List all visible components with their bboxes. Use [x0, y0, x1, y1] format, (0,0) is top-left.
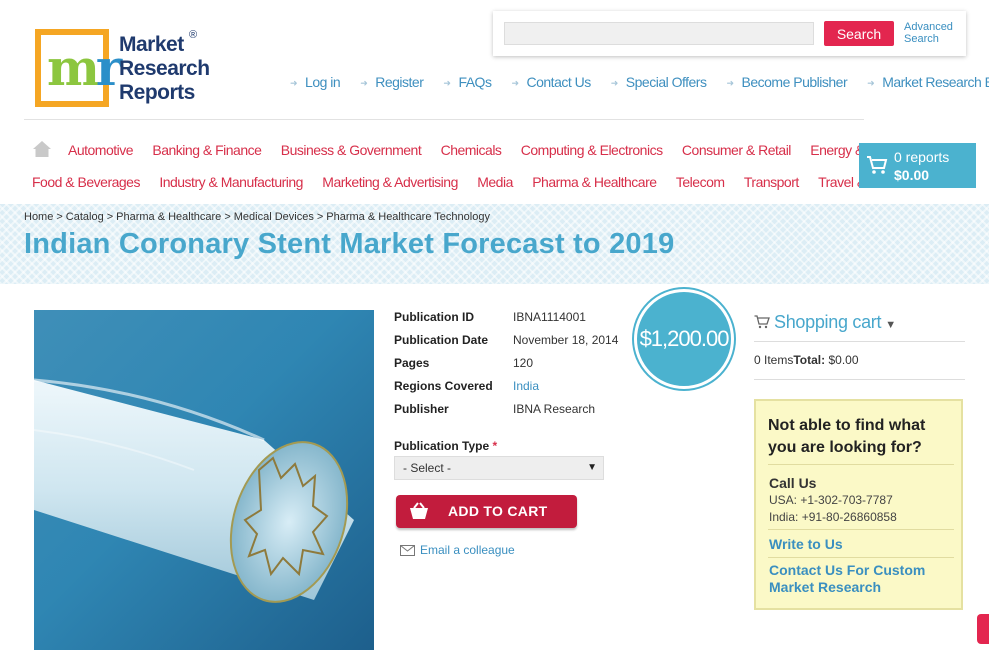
sidebar-divider — [754, 341, 965, 342]
nav-computing-electronics[interactable]: Computing & Electronics — [521, 142, 663, 158]
sidebar-divider — [754, 379, 965, 380]
email-colleague-link[interactable]: Email a colleague — [400, 543, 515, 557]
cart-icon — [754, 315, 770, 329]
nav-media[interactable]: Media — [477, 174, 513, 190]
nav-banking-finance[interactable]: Banking & Finance — [152, 142, 262, 158]
special-offers-link[interactable]: ➜ Special Offers — [611, 74, 707, 90]
logo-mark: mr — [35, 29, 122, 107]
nav-divider — [24, 119, 864, 120]
chevron-down-icon: ▼ — [885, 319, 896, 331]
publication-type-select[interactable]: - Select - ▼ — [394, 456, 604, 480]
site-logo[interactable]: mr Market Research Reports ® — [35, 29, 215, 109]
feedback-tab[interactable] — [977, 614, 989, 644]
breadcrumb-home[interactable]: Home — [24, 211, 53, 223]
cart-count: 0 reports — [894, 149, 950, 165]
breadcrumb-pharma[interactable]: Pharma & Healthcare — [116, 211, 221, 223]
page-title: Indian Coronary Stent Market Forecast to… — [24, 228, 675, 260]
shopping-cart-toggle[interactable]: Shopping cart ▼ — [754, 312, 896, 333]
registered-mark: ® — [189, 29, 198, 41]
breadcrumb: Home > Catalog > Pharma & Healthcare > Medical… — [24, 211, 490, 223]
phone-india: India: +91-80-26860858 — [769, 510, 897, 524]
contact-us-link[interactable]: ➜ Contact Us — [511, 74, 591, 90]
cart-icon — [867, 156, 888, 174]
faqs-link[interactable]: ➜ FAQs — [443, 74, 492, 90]
category-nav-row-2: Food & Beverages Industry & Manufacturin… — [32, 174, 928, 190]
breadcrumb-pharma-tech[interactable]: Pharma & Healthcare Technology — [326, 211, 490, 223]
breadcrumb-catalog[interactable]: Catalog — [66, 211, 104, 223]
product-image — [34, 310, 374, 650]
nav-transport[interactable]: Transport — [744, 174, 799, 190]
price-badge: $1,200.00 — [634, 289, 734, 389]
phone-usa: USA: +1-302-703-7787 — [769, 493, 893, 507]
breadcrumb-medical-devices[interactable]: Medical Devices — [234, 211, 314, 223]
pages-count: 120 — [513, 356, 534, 370]
help-question: Not able to find what you are looking fo… — [768, 417, 926, 456]
call-us-heading: Call Us — [769, 475, 817, 491]
publication-type-label: Publication Type * — [394, 439, 498, 453]
nav-chemicals[interactable]: Chemicals — [441, 142, 502, 158]
envelope-icon — [400, 545, 415, 556]
logo-wordmark: Market Research Reports — [119, 33, 210, 104]
nav-telecom[interactable]: Telecom — [676, 174, 725, 190]
nav-industry-manufacturing[interactable]: Industry & Manufacturing — [159, 174, 303, 190]
sidebar-cart-summary: 0 ItemsTotal: $0.00 — [754, 353, 859, 367]
top-links: ➜ Log in ➜ Register ➜ FAQs ➜ Contact Us ➜ Spe… — [290, 74, 989, 90]
search-button[interactable]: Search — [824, 21, 894, 46]
login-link[interactable]: ➜ Log in — [290, 74, 341, 90]
home-icon[interactable] — [33, 141, 51, 157]
nav-food-beverages[interactable]: Food & Beverages — [32, 174, 140, 190]
category-nav-row-1: Automotive Banking & Finance Business & … — [68, 142, 924, 158]
chevron-down-icon: ▼ — [587, 462, 597, 473]
publisher-name: IBNA Research — [513, 402, 596, 416]
nav-automotive[interactable]: Automotive — [68, 142, 134, 158]
advanced-search-link[interactable]: Advanced Search — [904, 21, 953, 45]
nav-marketing-advertising[interactable]: Marketing & Advertising — [322, 174, 458, 190]
cart-total: $0.00 — [894, 167, 930, 183]
price: $1,200.00 — [639, 326, 730, 351]
nav-consumer-retail[interactable]: Consumer & Retail — [682, 142, 792, 158]
region-india-link[interactable]: India — [513, 379, 539, 393]
publication-id: IBNA1114001 — [513, 310, 586, 324]
write-to-us-link[interactable]: Write to Us — [769, 536, 843, 553]
blog-link[interactable]: ➜Market Research Blog — [867, 74, 989, 90]
add-to-cart-button[interactable]: ADD TO CART — [396, 495, 577, 528]
register-link[interactable]: ➜ Register — [360, 74, 424, 90]
nav-pharma-healthcare[interactable]: Pharma & Healthcare — [532, 174, 657, 190]
basket-icon — [410, 502, 428, 519]
custom-research-link[interactable]: Contact Us For Custom Market Research — [769, 562, 959, 596]
become-publisher-link[interactable]: ➜ Become Publisher — [726, 74, 847, 90]
search-input[interactable] — [504, 22, 814, 45]
nav-business-government[interactable]: Business & Government — [281, 142, 422, 158]
search-panel: Search Advanced Search — [493, 11, 966, 56]
help-box: Not able to find what you are looking fo… — [754, 399, 963, 610]
header-cart-button[interactable]: 0 reports $0.00 — [859, 143, 976, 188]
publication-date: November 18, 2014 — [513, 333, 619, 347]
